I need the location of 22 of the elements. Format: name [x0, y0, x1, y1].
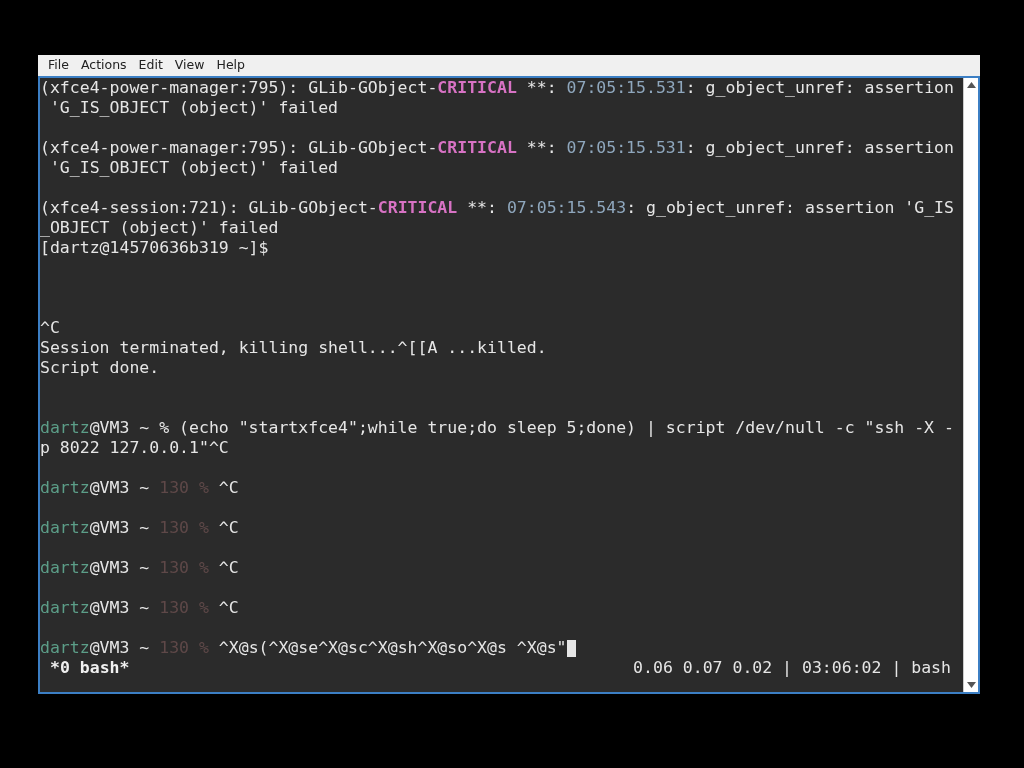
- terminal-line: p 8022 127.0.0.1"^C: [40, 438, 229, 458]
- terminal-line: (xfce4-session:721): GLib-GObject-CRITICAL **: 07:05:15.543: g_object_unref: assertion 'G_IS: [40, 198, 954, 218]
- menu-item[interactable]: Help: [210, 55, 251, 76]
- scroll-down-icon[interactable]: [966, 682, 976, 688]
- menu-item[interactable]: Actions: [74, 55, 133, 76]
- terminal-line: Session terminated, killing shell...^[[A ...killed.: [40, 338, 547, 358]
- terminal-line: _OBJECT (object)' failed: [40, 218, 279, 238]
- terminal-line: ^C: [40, 318, 60, 338]
- terminal-line: dartz@VM3 ~ % (echo "startxfce4";while true;do sleep 5;done) | script /dev/null -c "ssh -X -: [40, 418, 954, 438]
- terminal-line: [dartz@14570636b319 ~]$: [40, 238, 269, 258]
- scroll-up-icon[interactable]: [966, 82, 976, 88]
- terminal-line: Script done.: [40, 358, 160, 378]
- terminal-line: (xfce4-power-manager:795): GLib-GObject-CRITICAL **: 07:05:15.531: g_object_unref: assertion: [40, 138, 954, 158]
- window-list-status: *0 bash*: [50, 658, 130, 678]
- terminal-line: (xfce4-power-manager:795): GLib-GObject-CRITICAL **: 07:05:15.531: g_object_unref: assertion: [40, 78, 954, 98]
- scrollbar[interactable]: [963, 78, 978, 692]
- terminal-line: 'G_IS_OBJECT (object)' failed: [48, 158, 338, 178]
- system-status: 0.06 0.07 0.02 | 03:06:02 | bash: [633, 658, 951, 678]
- menu-item[interactable]: View: [168, 55, 211, 76]
- menu-item[interactable]: Edit: [132, 55, 169, 76]
- terminal-line: 'G_IS_OBJECT (object)' failed: [48, 98, 338, 118]
- menu-item[interactable]: File: [42, 55, 75, 76]
